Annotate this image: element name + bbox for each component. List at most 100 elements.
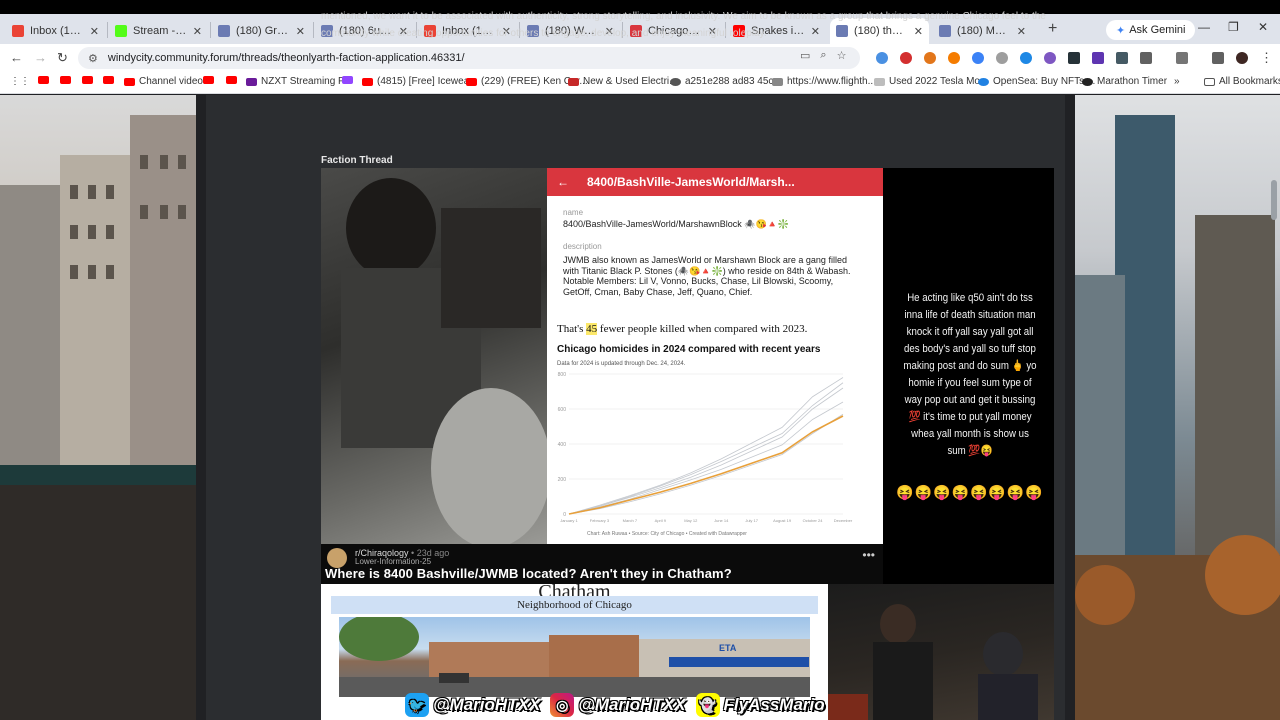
post-paragraph: mentioned, we want it to be associated w… [321,8,1051,42]
address-bar[interactable]: ⚙ windycity.community.forum/threads/theo… [78,47,860,69]
extension-icon[interactable] [1092,52,1104,64]
browser-toolbar: ← → ↻ ⚙ windycity.community.forum/thread… [0,44,1280,72]
twitter-handle: @MarioHTXX [433,695,541,714]
close-tab-icon[interactable]: ✕ [193,25,202,38]
bookmark-youtube[interactable] [82,76,93,84]
youtube-icon [103,76,114,84]
phone-header-title: 8400/BashVille-JamesWorld/Marsh... [587,175,795,189]
street-photo: ETA [339,617,810,697]
bookmark-flighth[interactable]: https://www.flighth... [772,76,876,87]
avatar [327,548,347,568]
back-arrow-icon: ← [557,175,569,189]
bookmark-marathon[interactable]: Marathon Timer [1082,76,1167,87]
tab-3[interactable]: (180) Grinch Fac ✕ [212,18,311,44]
extension-icon[interactable] [1068,52,1080,64]
folder-icon [1204,77,1215,86]
minimize-icon[interactable]: — [1198,20,1210,34]
series-line-2024 [568,415,844,515]
y-tick-label: 200 [558,477,567,483]
bookmark-electric[interactable]: New & Used Electri... [568,76,677,87]
x-tick-label: July 17 [745,518,758,523]
restore-icon[interactable]: ❐ [1228,20,1239,34]
bookmark-youtube[interactable] [103,76,114,84]
extension-icon[interactable] [900,52,912,64]
close-tab-icon[interactable]: ✕ [296,25,305,38]
forum-icon [218,25,230,37]
reload-icon[interactable]: ↻ [57,50,68,66]
metamask-icon[interactable] [924,52,936,64]
extension-icon[interactable] [1116,52,1128,64]
x-tick-label: May 12 [684,518,698,523]
close-tab-icon[interactable]: ✕ [90,25,99,38]
tab-label: (180) Grinch Fac [236,25,290,37]
back-icon[interactable]: ← [10,50,23,65]
bookmark-youtube[interactable] [226,76,237,84]
twitch-icon [342,76,353,84]
close-window-icon[interactable]: ✕ [1258,20,1268,34]
youtube-icon [124,77,135,86]
ask-gemini-button[interactable]: ✦ Ask Gemini [1106,20,1196,40]
x-tick-label: October 24 [803,518,824,523]
bookmark-hash[interactable]: a251e288 ad83 45c... [670,76,782,87]
apps-icon[interactable]: ⋮⋮ [10,76,30,87]
omnibox-actions: ▭ ⌕ ☆ [800,49,846,62]
gemini-label: Ask Gemini [1129,24,1186,36]
youtube-icon [203,76,214,84]
y-tick-label: 400 [558,442,567,448]
tab-2[interactable]: Stream - Kick Do ✕ [109,18,208,44]
youtube-icon [38,76,49,84]
bookmark-youtube[interactable] [60,76,71,84]
extension-icon[interactable] [876,52,888,64]
all-bookmarks[interactable]: All Bookmarks [1204,76,1280,87]
media-icon[interactable] [1212,52,1224,64]
description-text: JWMB also known as JamesWorld or Marshaw… [563,255,851,297]
store-sign: ETA [719,643,737,653]
chatham-subtitle: Neighborhood of Chicago [331,596,818,614]
install-icon[interactable]: ▭ [800,49,810,62]
gemini-icon: ✦ [1116,24,1126,37]
globe-icon [670,77,681,86]
bookmark-icewear[interactable]: (4815) [Free] Icewea... [362,76,478,87]
emoji-row: 😝😝😝😝😝😝😝😝 [896,484,1044,500]
quote-panel: He acting like q50 ain't do tss inna lif… [883,168,1054,583]
scrollbar-thumb[interactable] [1271,180,1277,220]
chart-source: Chart: Ash Ruwaa • Source: City of Chica… [587,531,747,537]
star-icon[interactable]: ☆ [837,49,847,62]
site-info-icon[interactable]: ⚙ [88,52,98,65]
extension-icon[interactable] [1020,52,1032,64]
name-value: 8400/BashVille-JamesWorld/MarshawnBlock … [563,219,790,229]
extension-icon[interactable] [972,52,984,64]
bookmark-channel-videos[interactable]: Channel videos [124,76,208,87]
tesla-icon [568,77,579,86]
tab-1[interactable]: Inbox (108,608) ✕ [6,18,105,44]
bookmark-nzxt[interactable]: NZXT Streaming PC [246,76,352,87]
extension-icon[interactable] [948,52,960,64]
bookmark-youtube[interactable] [203,76,214,84]
more-bookmarks-icon[interactable]: » [1174,76,1180,87]
shield-icon[interactable] [996,52,1008,64]
extension-icon[interactable] [1044,52,1056,64]
menu-icon[interactable]: ⋮ [1260,50,1273,66]
homicide-stat: That's 45 fewer people killed when compa… [557,323,808,335]
profile-avatar[interactable] [1236,52,1248,64]
forward-icon[interactable]: → [34,50,47,65]
post-paragraph-line: community while creating opportunities f… [321,28,767,39]
x-tick-label: August 19 [773,518,792,523]
bookmark-twitch[interactable] [342,76,353,84]
post-paragraph-line: mentioned, we want it to be associated w… [321,11,1046,22]
extensions-puzzle-icon[interactable] [1140,52,1152,64]
series-line-past-year [568,382,844,515]
x-tick-label: February 3 [590,518,610,523]
y-tick-label: 800 [558,372,567,378]
street-graphic: ETA [339,617,810,697]
bookmark-youtube[interactable] [38,76,49,84]
bookmark-tesla[interactable]: Used 2022 Tesla Mo... [874,76,988,87]
sidebar-icon[interactable] [1176,52,1188,64]
more-options-icon: ••• [862,548,875,562]
bookmark-opensea[interactable]: OpenSea: Buy NFTs,... [978,76,1095,87]
skyscrapers-right-image [1075,115,1280,720]
zoom-icon[interactable]: ⌕ [820,49,826,62]
x-tick-label: January 1 [560,518,578,523]
social-watermark: 🐦 @MarioHTXX ◎ @MarioHTXX 👻 FlyAssMario [405,692,825,718]
series-line-past-year [568,413,844,515]
